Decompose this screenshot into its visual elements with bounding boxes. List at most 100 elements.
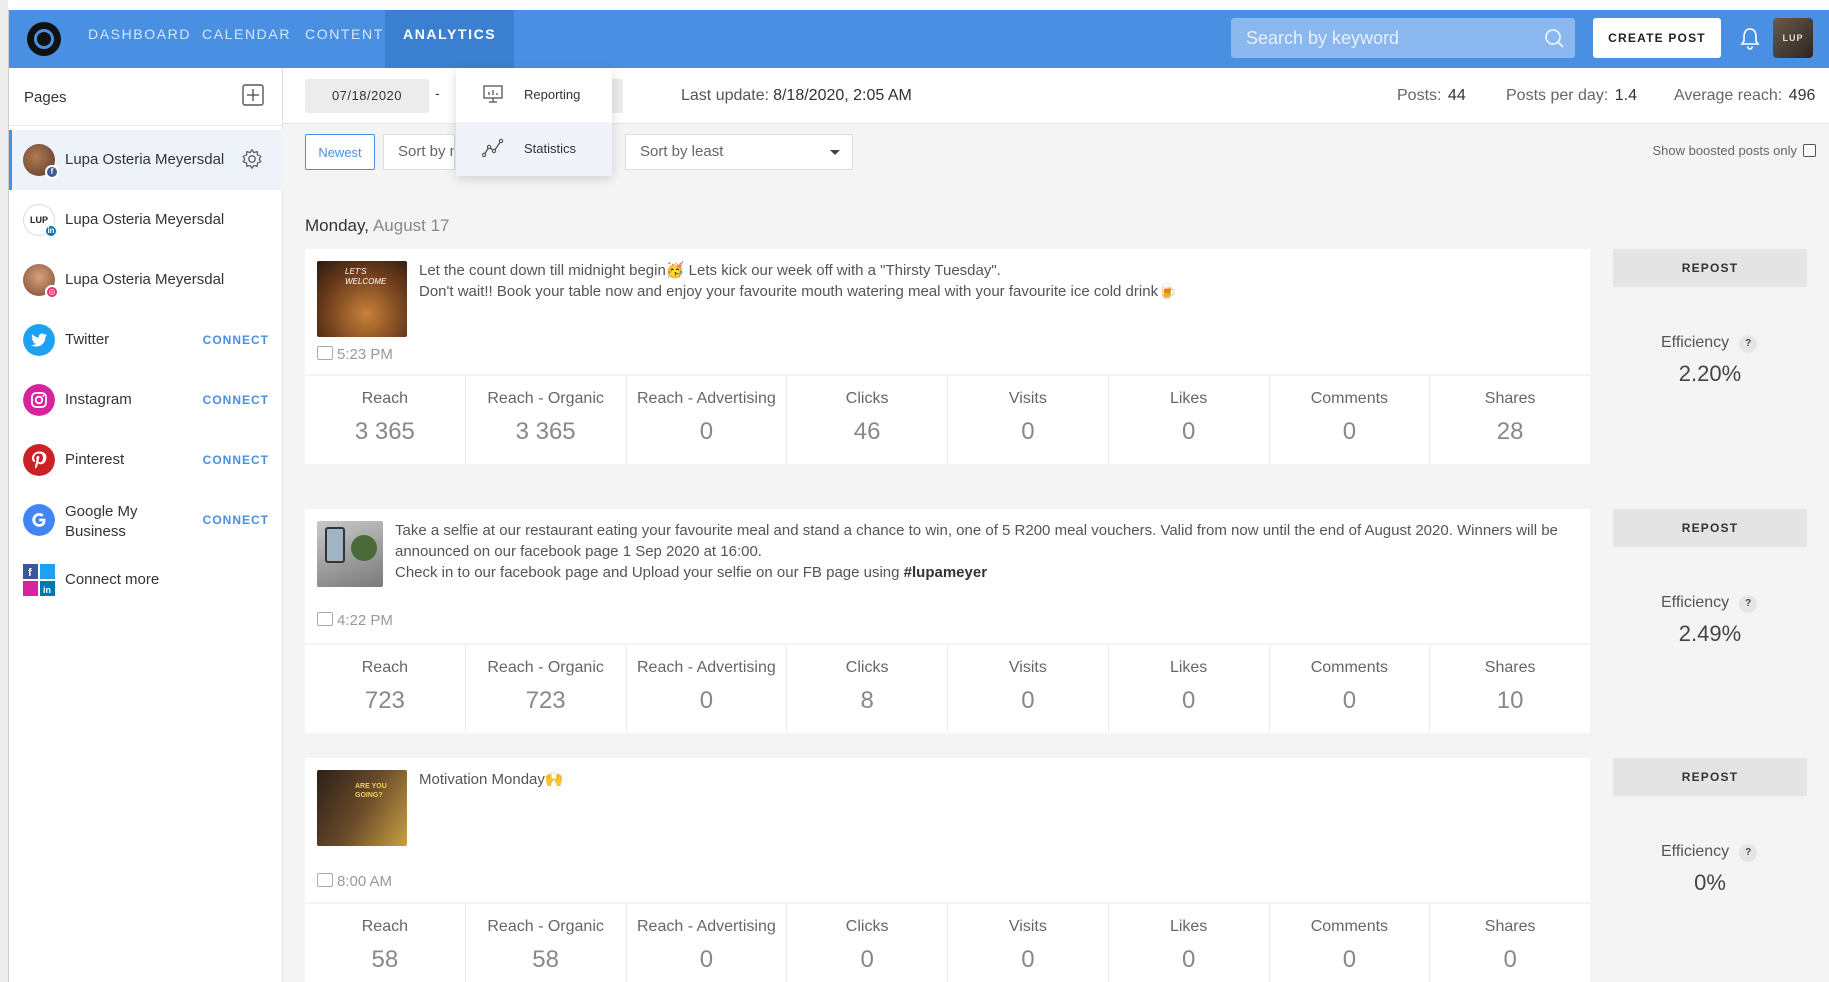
post-thumbnail[interactable] (317, 521, 383, 587)
create-post-button[interactable]: CREATE POST (1593, 18, 1721, 58)
help-icon[interactable]: ? (1739, 595, 1758, 613)
sidebar-item-connect-more[interactable]: f in Connect more (9, 550, 283, 610)
gear-icon[interactable] (241, 148, 263, 170)
sort-by-least-select[interactable]: Sort by least (625, 134, 853, 170)
metric-label: Likes (1169, 659, 1208, 676)
nav-analytics[interactable]: ANALYTICS (385, 10, 515, 68)
nav-dashboard[interactable]: DASHBOARD (88, 10, 191, 68)
metric-label: Shares (1484, 918, 1536, 935)
metric-label: Visits (1008, 659, 1047, 676)
efficiency-label: Efficiency? (1661, 594, 1758, 613)
user-avatar[interactable]: LUP (1773, 18, 1813, 58)
help-icon[interactable]: ? (1739, 844, 1758, 862)
page-avatar: f (23, 144, 59, 179)
newest-button[interactable]: Newest (305, 134, 375, 170)
add-page-icon[interactable] (242, 84, 264, 106)
help-icon[interactable]: ? (1739, 335, 1758, 353)
sort-by-most-select[interactable]: Sort by most (383, 134, 455, 170)
image-icon (317, 873, 333, 887)
metric-label: Shares (1484, 659, 1536, 676)
metric-value: 0 (1181, 946, 1196, 973)
metric-value: 58 (532, 946, 559, 973)
google-icon (23, 504, 55, 536)
average-reach-label: Average reach: (1674, 87, 1783, 104)
menu-item-reporting[interactable]: Reporting (456, 68, 612, 122)
metric-clicks: Clicks 0 (787, 904, 948, 982)
search-input[interactable] (1231, 18, 1531, 58)
day-weekday: Monday, (305, 216, 369, 235)
efficiency-label: Efficiency? (1661, 334, 1758, 353)
posts-per-day: Posts per day: 1.4 (1506, 87, 1637, 105)
sidebar-item-label: Connect more (65, 571, 160, 588)
food-graphic (351, 535, 377, 561)
metric-label: Reach - Advertising (637, 918, 776, 935)
boosted-filter[interactable]: Show boosted posts only (1652, 143, 1816, 158)
nav-calendar[interactable]: CALENDAR (202, 10, 291, 68)
post-content: LET'S WELCOME Let the count down till mid… (305, 249, 1590, 374)
sidebar-item-label: Google My Business (65, 503, 138, 540)
metric-value: 46 (853, 418, 881, 445)
metric-value: 0 (699, 946, 714, 973)
facebook-badge-icon: f (45, 165, 59, 179)
connect-google-my-business-link[interactable]: CONNECT (203, 513, 269, 527)
efficiency-label-text: Efficiency (1661, 334, 1730, 351)
post-thumbnail[interactable]: ARE YOU GOING? (317, 770, 407, 846)
metric-clicks: Clicks 46 (787, 376, 948, 464)
efficiency-value: 2.49% (1678, 621, 1742, 646)
sidebar-item-facebook-page[interactable]: f Lupa Osteria Meyersdal (9, 130, 283, 190)
metric-label: Likes (1169, 390, 1208, 407)
top-navigation-bar: DASHBOARD CALENDAR CONTENT ANALYTICS CRE… (9, 10, 1829, 68)
repost-button[interactable]: REPOST (1613, 249, 1807, 287)
repost-button[interactable]: REPOST (1613, 509, 1807, 547)
metric-value: 28 (1496, 418, 1524, 445)
nav-content[interactable]: CONTENT (305, 10, 384, 68)
metric-label: Reach (361, 918, 408, 935)
connect-pinterest-link[interactable]: CONNECT (203, 453, 269, 467)
sidebar-item-twitter[interactable]: Twitter CONNECT (9, 310, 283, 370)
metric-label: Reach (361, 390, 408, 407)
connect-instagram-link[interactable]: CONNECT (203, 393, 269, 407)
linkedin-badge-icon: in (44, 224, 58, 238)
post-time: 8:00 AM (317, 873, 392, 890)
date-from-field[interactable]: 07/18/2020 (305, 79, 429, 113)
app-logo[interactable] (27, 22, 61, 56)
metric-value: 0 (1342, 687, 1357, 714)
metric-value: 0 (1021, 687, 1035, 714)
line-chart-icon (482, 138, 504, 158)
post-thumbnail[interactable]: LET'S WELCOME (317, 261, 407, 337)
metric-reach-advertising: Reach - Advertising 0 (627, 645, 788, 733)
menu-item-label: Statistics (524, 141, 577, 156)
menu-item-statistics[interactable]: Statistics (456, 122, 612, 176)
repost-button[interactable]: REPOST (1613, 758, 1807, 796)
post-text-line: Don't wait!! Book your table now and enj… (419, 283, 1177, 300)
metric-shares: Shares 28 (1430, 376, 1590, 464)
metric-value: 0 (1021, 418, 1035, 445)
post-content: Take a selfie at our restaurant eating y… (305, 509, 1590, 643)
post-time: 5:23 PM (317, 346, 393, 363)
post-text: Take a selfie at our restaurant eating y… (395, 520, 1580, 583)
search-icon[interactable] (1543, 27, 1565, 49)
post-text-line: Take a selfie at our restaurant eating y… (395, 522, 1558, 560)
instagram-badge-icon: ◎ (45, 285, 59, 299)
hashtag-link[interactable]: #lupameyer (904, 564, 987, 581)
sidebar-item-instagram-page[interactable]: ◎ Lupa Osteria Meyersdal (9, 250, 283, 310)
metric-label: Reach (361, 659, 408, 676)
sidebar-item-pinterest[interactable]: Pinterest CONNECT (9, 430, 283, 490)
sidebar-item-linkedin-page[interactable]: LUP in Lupa Osteria Meyersdal (9, 190, 283, 250)
sidebar-item-label: Lupa Osteria Meyersdal (65, 151, 225, 168)
metric-label: Reach - Organic (487, 659, 604, 676)
connect-twitter-link[interactable]: CONNECT (203, 333, 269, 347)
twitter-icon (23, 324, 55, 356)
metric-label: Comments (1310, 659, 1389, 676)
boosted-label: Show boosted posts only (1652, 143, 1797, 158)
efficiency-value: 0% (1694, 870, 1726, 895)
sidebar-item-instagram[interactable]: Instagram CONNECT (9, 370, 283, 430)
sidebar-item-google-my-business[interactable]: Google My Business CONNECT (9, 490, 283, 550)
boosted-checkbox[interactable] (1803, 144, 1816, 157)
post-text: Let the count down till midnight begin🥳 … (419, 260, 1574, 302)
notification-bell-icon[interactable] (1739, 27, 1761, 51)
post-time-value: 4:22 PM (337, 612, 393, 629)
menu-item-label: Reporting (524, 87, 581, 102)
posts-label: Posts: (1397, 87, 1442, 104)
post-time-value: 8:00 AM (337, 873, 393, 890)
